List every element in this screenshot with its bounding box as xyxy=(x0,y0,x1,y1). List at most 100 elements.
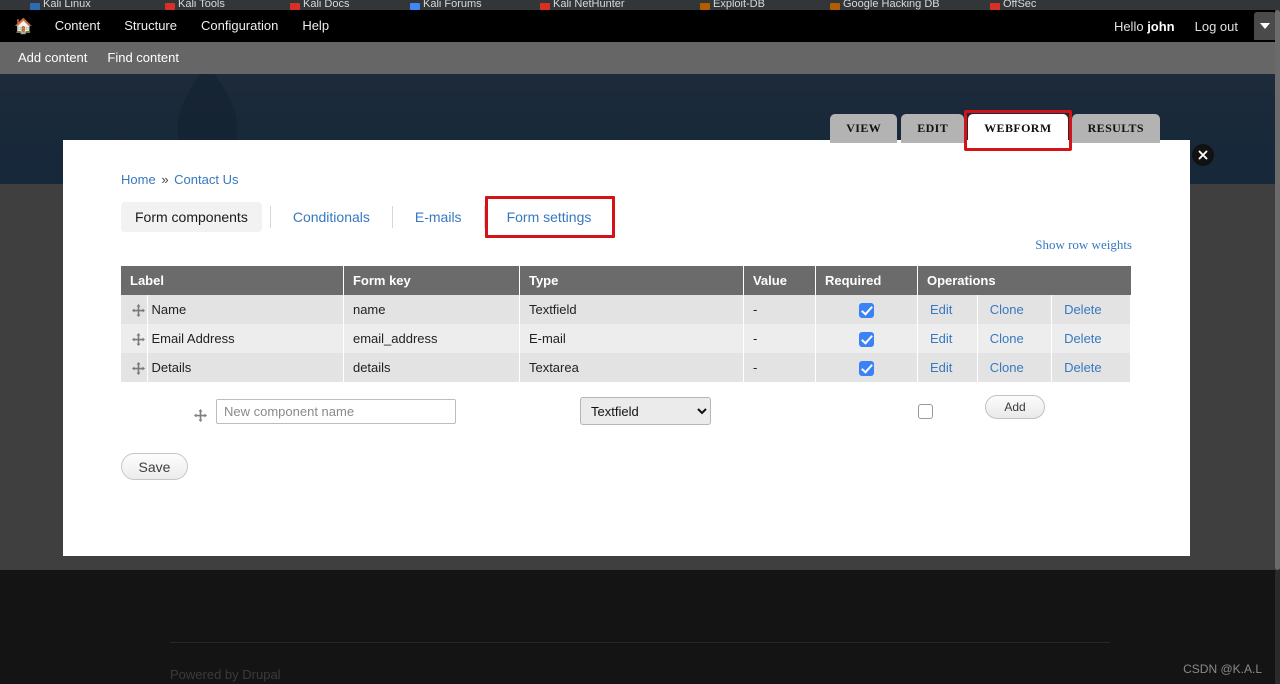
bookmark-item[interactable]: Kali NetHunter xyxy=(540,0,625,10)
home-icon: 🏠 xyxy=(14,17,33,35)
bookmark-favicon-icon xyxy=(290,3,300,10)
user-name: john xyxy=(1147,18,1175,34)
tab-emails[interactable]: E-mails xyxy=(401,202,476,232)
edit-link[interactable]: Edit xyxy=(930,331,952,346)
close-icon xyxy=(1198,150,1208,160)
drag-cell[interactable] xyxy=(121,353,148,382)
cell-label: Details xyxy=(147,353,344,382)
required-checkbox[interactable] xyxy=(858,302,874,318)
cell-operation-edit[interactable]: Edit xyxy=(917,353,978,382)
admin-menu-structure[interactable]: Structure xyxy=(112,10,189,42)
user-greeting: Hello john xyxy=(1104,19,1185,34)
cell-form-key: name xyxy=(343,295,520,324)
new-component-name-input[interactable] xyxy=(216,399,456,424)
primary-tabs: VIEW EDIT WEBFORM RESULTS xyxy=(830,110,1160,151)
clone-link[interactable]: Clone xyxy=(990,302,1024,317)
bookmark-favicon-icon xyxy=(30,3,40,10)
required-checkbox[interactable] xyxy=(858,331,874,347)
bookmark-item[interactable]: Exploit-DB xyxy=(700,0,765,10)
tab-results[interactable]: RESULTS xyxy=(1071,114,1160,143)
clone-link[interactable]: Clone xyxy=(990,360,1024,375)
breadcrumb-current[interactable]: Contact Us xyxy=(174,172,238,187)
delete-link[interactable]: Delete xyxy=(1064,360,1102,375)
column-header-value: Value xyxy=(743,266,816,295)
column-header-required: Required xyxy=(815,266,918,295)
new-component-row: Textfield Textarea E-mail Select options… xyxy=(121,393,1131,439)
tab-webform[interactable]: WEBFORM xyxy=(964,110,1073,151)
form-components-table: Label Form key Type Value Required Opera… xyxy=(121,266,1131,382)
save-button[interactable]: Save xyxy=(121,453,188,480)
toolbar-collapse-button[interactable] xyxy=(1254,12,1276,40)
bookmark-item[interactable]: Google Hacking DB xyxy=(830,0,940,10)
required-checkbox[interactable] xyxy=(858,360,874,376)
cell-value: - xyxy=(743,324,816,353)
bookmark-item[interactable]: Kali Forums xyxy=(410,0,482,10)
tab-form-settings[interactable]: Form settings xyxy=(484,196,616,238)
bookmark-favicon-icon xyxy=(830,3,840,10)
move-handle-icon[interactable] xyxy=(131,304,145,318)
breadcrumb-home[interactable]: Home xyxy=(121,172,156,187)
cell-form-key: details xyxy=(343,353,520,382)
bookmark-item[interactable]: Kali Linux xyxy=(30,0,91,10)
greeting-prefix: Hello xyxy=(1113,18,1148,34)
bookmark-favicon-icon xyxy=(410,3,420,10)
admin-menu-help[interactable]: Help xyxy=(290,10,341,42)
tab-edit[interactable]: EDIT xyxy=(901,114,965,143)
table-row: Details details Textarea - Edit Clone De… xyxy=(121,353,1131,382)
bookmark-item[interactable]: Kali Tools xyxy=(165,0,225,10)
show-row-weights-link[interactable]: Show row weights xyxy=(1035,237,1132,253)
table-row: Name name Textfield - Edit Clone Delete xyxy=(121,295,1131,324)
cell-operation-delete[interactable]: Delete xyxy=(1051,353,1131,382)
bookmark-favicon-icon xyxy=(165,3,175,10)
close-button[interactable] xyxy=(1192,144,1214,166)
footer-divider xyxy=(170,642,1110,643)
site-footer: Powered by Drupal xyxy=(0,570,1280,684)
chevron-down-icon xyxy=(1260,23,1270,29)
admin-logout-link[interactable]: Log out xyxy=(1185,19,1248,34)
cell-operation-clone[interactable]: Clone xyxy=(977,353,1053,382)
bookmark-item[interactable]: Kali Docs xyxy=(290,0,349,10)
admin-menu-content[interactable]: Content xyxy=(43,10,113,42)
admin-menu-configuration[interactable]: Configuration xyxy=(189,10,290,42)
column-header-form-key: Form key xyxy=(343,266,520,295)
cell-operation-delete[interactable]: Delete xyxy=(1051,295,1131,324)
shortcut-add-content[interactable]: Add content xyxy=(0,42,97,74)
cell-operation-delete[interactable]: Delete xyxy=(1051,324,1131,353)
clone-link[interactable]: Clone xyxy=(990,331,1024,346)
cell-required[interactable] xyxy=(815,353,918,382)
cell-operation-edit[interactable]: Edit xyxy=(917,324,978,353)
cell-operation-clone[interactable]: Clone xyxy=(977,295,1053,324)
cell-operation-edit[interactable]: Edit xyxy=(917,295,978,324)
table-row: Email Address email_address E-mail - Edi… xyxy=(121,324,1131,353)
page-scrollbar[interactable] xyxy=(1275,10,1280,684)
cell-required[interactable] xyxy=(815,324,918,353)
breadcrumb: Home » Contact Us xyxy=(121,172,238,187)
move-handle-icon[interactable] xyxy=(194,409,207,422)
delete-link[interactable]: Delete xyxy=(1064,302,1102,317)
move-handle-icon[interactable] xyxy=(131,362,145,376)
tab-divider xyxy=(391,206,393,228)
bookmark-item[interactable]: OffSec xyxy=(990,0,1036,10)
new-component-type-select[interactable]: Textfield Textarea E-mail Select options… xyxy=(580,397,711,425)
cell-label: Email Address xyxy=(147,324,344,353)
edit-link[interactable]: Edit xyxy=(930,302,952,317)
add-component-button[interactable]: Add xyxy=(985,395,1045,419)
cell-required[interactable] xyxy=(815,295,918,324)
shortcut-find-content[interactable]: Find content xyxy=(97,42,189,74)
edit-link[interactable]: Edit xyxy=(930,360,952,375)
cell-value: - xyxy=(743,353,816,382)
drag-cell[interactable] xyxy=(121,295,148,324)
delete-link[interactable]: Delete xyxy=(1064,331,1102,346)
scrollbar-thumb[interactable] xyxy=(1275,10,1280,570)
drag-cell[interactable] xyxy=(121,324,148,353)
tab-conditionals[interactable]: Conditionals xyxy=(279,202,384,232)
new-component-required-checkbox[interactable] xyxy=(918,404,933,419)
home-button[interactable]: 🏠 xyxy=(0,10,43,42)
cell-operation-clone[interactable]: Clone xyxy=(977,324,1053,353)
tab-form-components[interactable]: Form components xyxy=(121,202,262,232)
bookmark-favicon-icon xyxy=(700,3,710,10)
secondary-tabs: Form components Conditionals E-mails For… xyxy=(121,196,616,238)
cell-type: E-mail xyxy=(519,324,744,353)
tab-view[interactable]: VIEW xyxy=(830,114,898,143)
move-handle-icon[interactable] xyxy=(131,333,145,347)
